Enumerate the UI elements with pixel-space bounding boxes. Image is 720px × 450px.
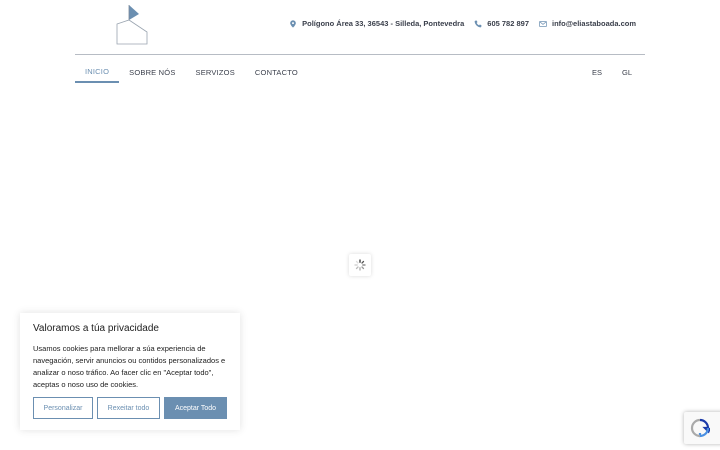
cookie-consent-banner: Valoramos a túa privacidade Usamos cooki… xyxy=(20,313,240,430)
cookie-text: Usamos cookies para mellorar a súa exper… xyxy=(33,344,226,389)
email-item[interactable]: info@eliastaboada.com xyxy=(539,19,636,28)
nav-item-servizos[interactable]: SERVIZOS xyxy=(186,62,245,83)
recaptcha-badge[interactable] xyxy=(684,412,720,444)
site-logo[interactable] xyxy=(116,4,148,46)
accept-all-button[interactable]: Aceptar Todo xyxy=(164,397,227,419)
header-divider xyxy=(75,54,645,55)
nav-item-inicio[interactable]: INICIO xyxy=(75,62,120,83)
map-pin-icon xyxy=(290,19,296,28)
loading-spinner-icon xyxy=(354,259,366,271)
cookie-title: Valoramos a túa privacidade xyxy=(33,323,159,334)
contact-bar: Polígono Área 33, 36543 - Silleda, Ponte… xyxy=(289,19,636,28)
phone-icon xyxy=(474,20,482,27)
lang-es[interactable]: ES xyxy=(582,62,612,83)
email-text: info@eliastaboada.com xyxy=(552,19,636,28)
address-item: Polígono Área 33, 36543 - Silleda, Ponte… xyxy=(289,19,464,28)
language-switcher: ES GL xyxy=(582,62,642,83)
address-text: Polígono Área 33, 36543 - Silleda, Ponte… xyxy=(302,19,465,28)
reject-all-button[interactable]: Rexeitar todo xyxy=(97,397,160,419)
loader xyxy=(349,254,371,276)
mail-icon xyxy=(539,20,547,27)
recaptcha-icon xyxy=(690,418,710,438)
customize-button[interactable]: Personalizar xyxy=(33,397,93,419)
nav-item-sobre-nos[interactable]: SOBRE NÓS xyxy=(119,62,185,83)
nav-item-contacto[interactable]: CONTACTO xyxy=(245,62,308,83)
phone-item[interactable]: 605 782 897 xyxy=(474,19,529,28)
house-outline-logo xyxy=(116,5,148,45)
main-nav: INICIO SOBRE NÓS SERVIZOS CONTACTO xyxy=(75,62,308,83)
lang-gl[interactable]: GL xyxy=(612,62,642,83)
cookie-buttons: Personalizar Rexeitar todo Aceptar Todo xyxy=(33,397,227,419)
phone-text: 605 782 897 xyxy=(487,19,529,28)
